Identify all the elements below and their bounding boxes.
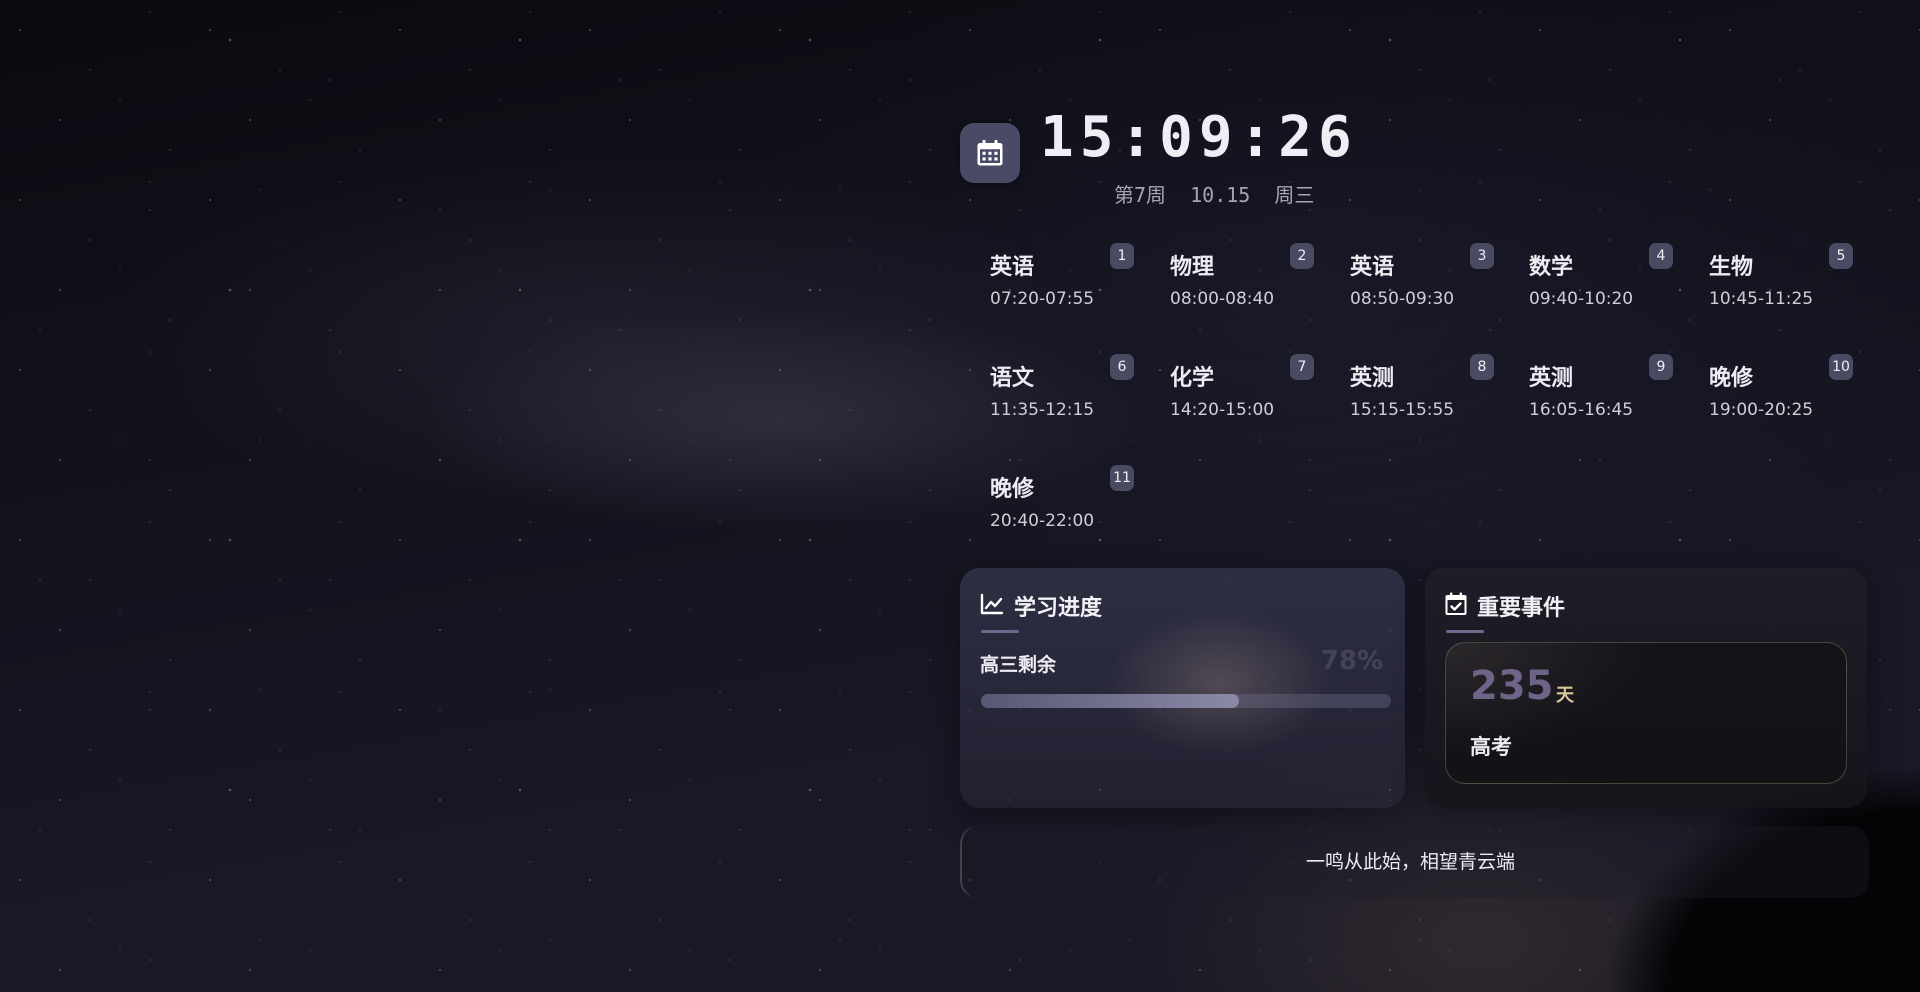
schedule-slot: 生物 10:45-11:25 5	[1709, 243, 1859, 323]
slot-subject: 英语	[1350, 255, 1395, 280]
slot-subject: 生物	[1709, 255, 1754, 280]
chart-line-icon	[980, 593, 1004, 619]
progress-bar-fill	[981, 694, 1240, 708]
title-underline	[981, 630, 1019, 633]
slot-number-badge: 2	[1290, 243, 1314, 269]
title-underline	[1446, 630, 1484, 633]
slot-subject: 晚修	[990, 477, 1035, 502]
slot-number-badge: 6	[1110, 354, 1134, 380]
slot-time: 09:40-10:20	[1529, 289, 1634, 309]
slot-number-badge: 5	[1829, 243, 1853, 269]
progress-percent: 78%	[1320, 646, 1383, 676]
events-panel-header: 重要事件	[1445, 590, 1565, 622]
slot-time: 08:00-08:40	[1170, 289, 1275, 309]
slot-subject: 英测	[1529, 366, 1574, 391]
schedule-slot: 物理 08:00-08:40 2	[1170, 243, 1320, 323]
slot-subject: 数学	[1529, 255, 1574, 280]
slot-time: 15:15-15:55	[1350, 400, 1455, 420]
event-name: 高考	[1470, 735, 1512, 759]
slot-subject: 英语	[990, 255, 1035, 280]
schedule-slot: 晚修 20:40-22:00 11	[990, 465, 1140, 545]
schedule-slot: 化学 14:20-15:00 7	[1170, 354, 1320, 434]
slot-subject: 物理	[1170, 255, 1215, 280]
study-progress-panel: 学习进度 高三剩余 78%	[960, 568, 1405, 808]
events-panel-title: 重要事件	[1477, 596, 1566, 621]
slot-time: 14:20-15:00	[1170, 400, 1275, 420]
calendar-icon[interactable]	[960, 123, 1020, 183]
slot-time: 10:45-11:25	[1709, 289, 1814, 309]
slot-subject: 语文	[990, 366, 1035, 391]
progress-panel-header: 学习进度	[980, 590, 1102, 622]
slot-time: 11:35-12:15	[990, 400, 1095, 420]
slot-time: 19:00-20:25	[1709, 400, 1814, 420]
slot-number-badge: 7	[1290, 354, 1314, 380]
slot-subject: 晚修	[1709, 366, 1754, 391]
progress-panel-title: 学习进度	[1014, 596, 1103, 621]
slot-time: 16:05-16:45	[1529, 400, 1634, 420]
schedule-slot: 英语 08:50-09:30 3	[1350, 243, 1500, 323]
slot-number-badge: 10	[1829, 354, 1853, 380]
slot-time: 07:20-07:55	[990, 289, 1095, 309]
schedule-slot: 语文 11:35-12:15 6	[990, 354, 1140, 434]
progress-label: 高三剩余	[980, 654, 1057, 676]
slot-number-badge: 3	[1470, 243, 1494, 269]
schedule-slot: 数学 09:40-10:20 4	[1529, 243, 1679, 323]
countdown-days: 235	[1470, 663, 1554, 709]
calendar-check-icon	[1445, 592, 1467, 620]
slot-time: 08:50-09:30	[1350, 289, 1455, 309]
schedule-slot: 晚修 19:00-20:25 10	[1709, 354, 1859, 434]
slot-number-badge: 8	[1470, 354, 1494, 380]
class-schedule: 英语 07:20-07:55 1 物理 08:00-08:40 2 英语 08:…	[990, 243, 1853, 545]
progress-bar	[981, 694, 1391, 708]
slot-number-badge: 1	[1110, 243, 1134, 269]
clock-date: 第7周 10.15 周三	[1114, 183, 1315, 207]
slot-number-badge: 11	[1110, 465, 1134, 491]
slot-time: 20:40-22:00	[990, 511, 1095, 531]
slot-number-badge: 4	[1649, 243, 1673, 269]
slot-number-badge: 9	[1649, 354, 1673, 380]
event-card[interactable]: 235 天 高考	[1445, 642, 1847, 784]
schedule-slot: 英测 15:15-15:55 8	[1350, 354, 1500, 434]
slot-subject: 化学	[1170, 366, 1215, 391]
countdown-unit: 天	[1556, 685, 1574, 706]
schedule-slot: 英测 16:05-16:45 9	[1529, 354, 1679, 434]
slot-subject: 英测	[1350, 366, 1395, 391]
clock-time: 15:09:26	[1040, 105, 1358, 170]
schedule-slot: 英语 07:20-07:55 1	[990, 243, 1140, 323]
important-events-panel: 重要事件 235 天 高考	[1425, 568, 1867, 808]
motto-quote: 一鸣从此始，相望青云端	[1306, 851, 1516, 873]
